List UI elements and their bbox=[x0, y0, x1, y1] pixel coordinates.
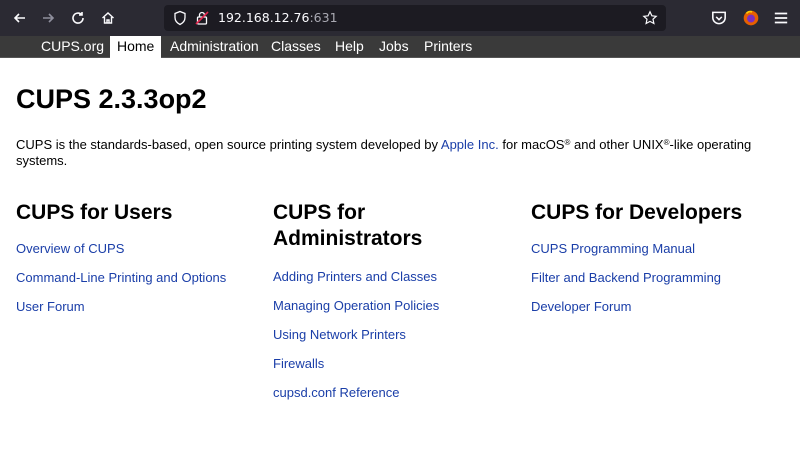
tab-home[interactable]: Home bbox=[110, 36, 162, 58]
admins-column: CUPS for Administrators Adding Printers a… bbox=[273, 200, 523, 414]
list-item: Command-Line Printing and Options bbox=[16, 270, 266, 286]
list-item: Developer Forum bbox=[531, 299, 791, 315]
admins-heading: CUPS for Administrators bbox=[273, 200, 523, 252]
hamburger-menu-icon[interactable] bbox=[772, 9, 790, 27]
developer-forum-link[interactable]: Developer Forum bbox=[531, 299, 631, 314]
url-port: :631 bbox=[309, 10, 338, 25]
managing-policies-link[interactable]: Managing Operation Policies bbox=[273, 298, 439, 313]
tab-cups-org[interactable]: CUPS.org bbox=[34, 36, 111, 58]
list-item: User Forum bbox=[16, 299, 266, 315]
bookmark-star-icon[interactable] bbox=[642, 10, 658, 26]
list-item: Firewalls bbox=[273, 356, 523, 372]
list-item: Managing Operation Policies bbox=[273, 298, 523, 314]
devs-heading: CUPS for Developers bbox=[531, 201, 743, 224]
list-item: Filter and Backend Programming bbox=[531, 270, 791, 286]
cupsd-conf-link[interactable]: cupsd.conf Reference bbox=[273, 385, 399, 400]
admins-link-list: Adding Printers and Classes Managing Ope… bbox=[273, 269, 523, 401]
home-icon[interactable] bbox=[98, 8, 118, 28]
devs-link-list: CUPS Programming Manual Filter and Backe… bbox=[531, 241, 791, 315]
tab-printers[interactable]: Printers bbox=[417, 36, 479, 58]
filter-backend-link[interactable]: Filter and Backend Programming bbox=[531, 270, 721, 285]
users-link-list: Overview of CUPS Command-Line Printing a… bbox=[16, 241, 266, 315]
overview-of-cups-link[interactable]: Overview of CUPS bbox=[16, 241, 124, 256]
tab-help[interactable]: Help bbox=[328, 36, 371, 58]
page-title: CUPS 2.3.3op2 bbox=[16, 84, 207, 114]
reload-icon[interactable] bbox=[68, 8, 88, 28]
apple-inc-link[interactable]: Apple Inc. bbox=[441, 137, 499, 152]
list-item: Overview of CUPS bbox=[16, 241, 266, 257]
url-bar[interactable]: 192.168.12.76:631 bbox=[164, 5, 666, 31]
back-arrow-icon[interactable] bbox=[10, 8, 30, 28]
pocket-icon[interactable] bbox=[710, 9, 728, 27]
url-host: 192.168.12.76 bbox=[218, 10, 310, 25]
tab-classes[interactable]: Classes bbox=[264, 36, 328, 58]
forward-arrow-icon[interactable] bbox=[38, 8, 58, 28]
tab-administration[interactable]: Administration bbox=[163, 36, 266, 58]
users-column: CUPS for Users Overview of CUPS Command-… bbox=[16, 200, 266, 328]
intro-text-unix: and other UNIX bbox=[570, 137, 664, 152]
users-heading: CUPS for Users bbox=[16, 201, 173, 224]
firefox-account-icon[interactable] bbox=[742, 9, 760, 27]
adding-printers-link[interactable]: Adding Printers and Classes bbox=[273, 269, 437, 284]
network-printers-link[interactable]: Using Network Printers bbox=[273, 327, 406, 342]
admins-heading-line1: CUPS for bbox=[273, 201, 366, 224]
url-text[interactable]: 192.168.12.76:631 bbox=[218, 10, 338, 25]
intro-text-macos: for macOS bbox=[498, 137, 565, 152]
browser-toolbar: 192.168.12.76:631 bbox=[0, 0, 800, 36]
command-line-printing-link[interactable]: Command-Line Printing and Options bbox=[16, 270, 226, 285]
firewalls-link[interactable]: Firewalls bbox=[273, 356, 324, 371]
list-item: cupsd.conf Reference bbox=[273, 385, 523, 401]
list-item: Adding Printers and Classes bbox=[273, 269, 523, 285]
intro-text-start: CUPS is the standards-based, open source… bbox=[16, 137, 441, 152]
list-item: CUPS Programming Manual bbox=[531, 241, 791, 257]
programming-manual-link[interactable]: CUPS Programming Manual bbox=[531, 241, 695, 256]
user-forum-link[interactable]: User Forum bbox=[16, 299, 85, 314]
admins-heading-line2: Administrators bbox=[273, 227, 423, 250]
intro-paragraph: CUPS is the standards-based, open source… bbox=[16, 135, 786, 169]
shield-icon[interactable] bbox=[172, 10, 188, 26]
insecure-lock-icon[interactable] bbox=[194, 10, 210, 26]
devs-column: CUPS for Developers CUPS Programming Man… bbox=[531, 200, 791, 328]
list-item: Using Network Printers bbox=[273, 327, 523, 343]
tab-jobs[interactable]: Jobs bbox=[372, 36, 416, 58]
cups-nav-bar: CUPS.org Home Administration Classes Hel… bbox=[0, 36, 800, 58]
